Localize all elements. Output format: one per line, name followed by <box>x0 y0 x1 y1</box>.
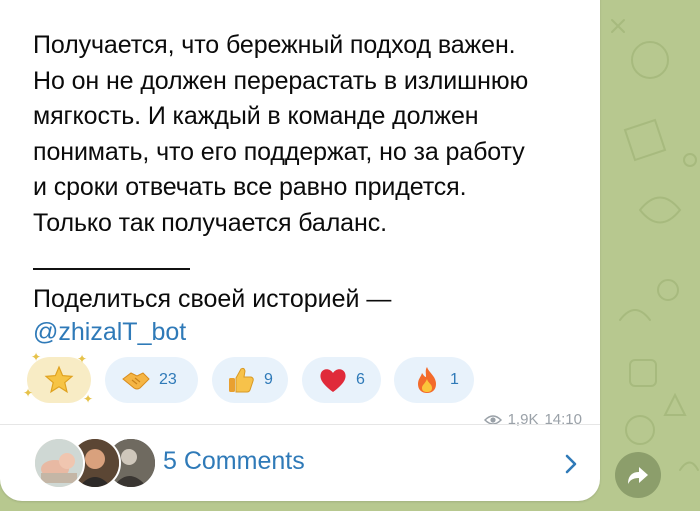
fire-icon <box>418 367 436 393</box>
share-prompt: Поделиться своей историей — <box>33 285 392 313</box>
handshake-icon <box>122 372 150 390</box>
share-forward-icon <box>628 467 648 484</box>
text-divider <box>33 268 190 270</box>
share-forward-button[interactable] <box>615 452 661 498</box>
avatar <box>33 437 85 489</box>
commenter-avatars <box>33 437 157 489</box>
reaction-count: 1 <box>450 371 459 388</box>
reaction-count: 9 <box>264 371 273 388</box>
reaction-count: 6 <box>356 371 365 388</box>
reaction-fire[interactable]: 1 <box>394 357 474 403</box>
reaction-thumbs-up[interactable]: 9 <box>212 357 288 403</box>
sparkle-icon: ✦ <box>31 350 42 364</box>
message-body: Получается, что бережный подход важен. Н… <box>33 31 529 237</box>
chevron-right-icon <box>565 454 577 474</box>
sparkle-icon: ✦ <box>77 352 88 366</box>
heart-icon <box>320 369 346 392</box>
thumbs-up-icon <box>229 367 254 393</box>
sparkle-icon: ✦ <box>23 386 34 400</box>
reaction-heart[interactable]: 6 <box>302 357 381 403</box>
comments-label: 5 Comments <box>163 447 305 475</box>
reaction-handshake[interactable]: 23 <box>105 357 198 403</box>
reaction-star[interactable]: ✦ ✦ ✦ ✦ <box>23 351 94 406</box>
reaction-count: 23 <box>159 371 177 388</box>
star-icon <box>44 365 74 394</box>
bot-link[interactable]: @zhizalT_bot <box>33 316 186 348</box>
sparkle-icon: ✦ <box>83 392 94 406</box>
comments-button[interactable]: 5 Comments <box>0 424 600 502</box>
message-bubble: Получается, что бережный подход важен. Н… <box>0 0 600 501</box>
